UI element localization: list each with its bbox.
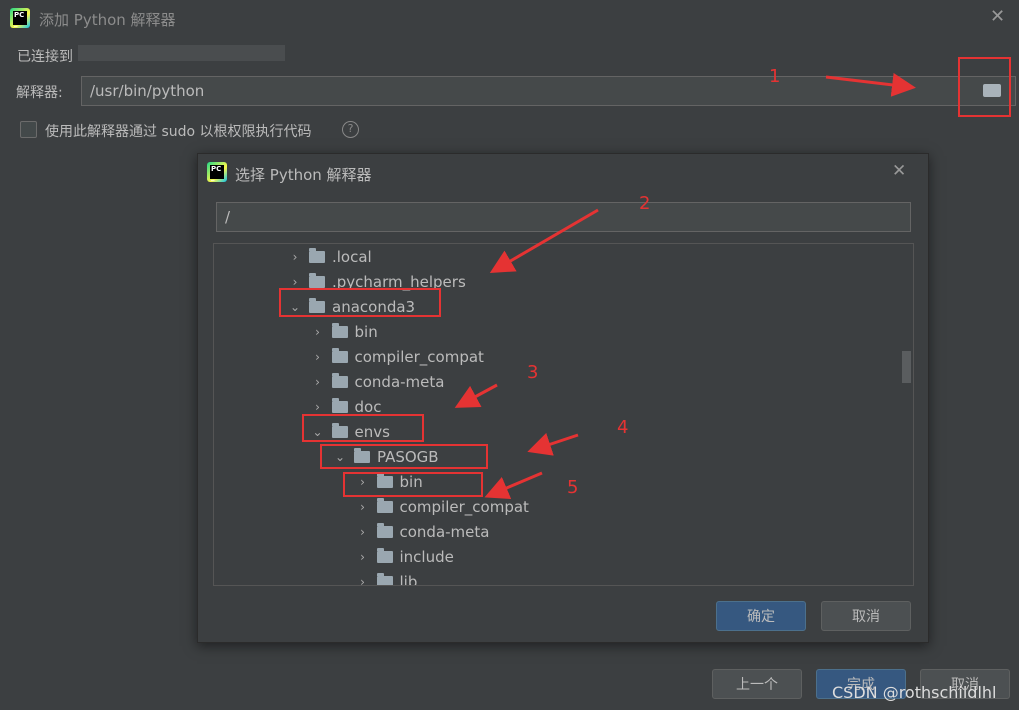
arrow-3 (454, 383, 498, 408)
arrow-4 (527, 432, 579, 456)
arrow-2 (489, 208, 599, 274)
annotation-arrows (454, 72, 916, 500)
arrow-5 (484, 471, 543, 500)
arrow-1 (825, 72, 916, 97)
